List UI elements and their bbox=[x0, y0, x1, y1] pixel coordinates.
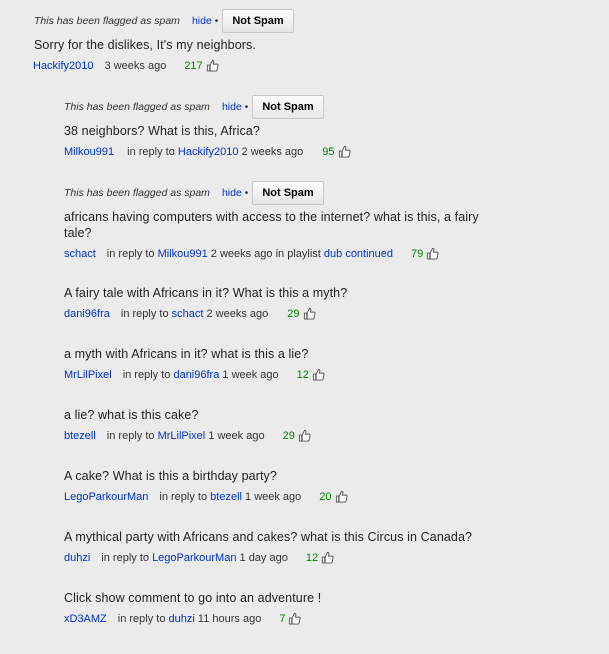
thumbs-up-icon[interactable] bbox=[288, 612, 301, 625]
comment-meta: dani96fra in reply to schact 2 weeks ago… bbox=[64, 307, 584, 320]
comment-author[interactable]: duhzi bbox=[64, 552, 90, 564]
playlist-link[interactable]: dub continued bbox=[324, 248, 393, 260]
thumbs-up-icon[interactable] bbox=[312, 368, 325, 381]
reply-label: in reply to bbox=[122, 368, 171, 381]
comment-score: 29 bbox=[282, 429, 295, 442]
thumbs-up-icon[interactable] bbox=[298, 429, 311, 442]
reply-label: in reply to bbox=[106, 247, 155, 260]
comment-meta: Milkou991 in reply to Hackify2010 2 week… bbox=[64, 145, 584, 158]
comment-score: 79 bbox=[411, 247, 424, 260]
comment-score: 7 bbox=[279, 612, 286, 625]
thumbs-up-icon[interactable] bbox=[426, 247, 439, 260]
spam-flag-text: This has been flagged as spam bbox=[64, 187, 210, 199]
not-spam-button[interactable]: Not Spam bbox=[252, 181, 324, 205]
thumbs-up-icon[interactable] bbox=[206, 59, 219, 72]
spam-flag-row: This has been flagged as spam hide • Not… bbox=[64, 95, 584, 119]
comment-author[interactable]: btezell bbox=[64, 430, 96, 442]
spam-flag-text: This has been flagged as spam bbox=[64, 101, 210, 113]
comment-text: Sorry for the dislikes, It's my neighbor… bbox=[34, 38, 256, 52]
hide-link[interactable]: hide bbox=[222, 101, 242, 113]
reply-to-user-link[interactable]: duhzi bbox=[169, 613, 195, 625]
comment-meta: btezell in reply to MrLilPixel 1 week ag… bbox=[64, 429, 584, 442]
comment: a myth with Africans in it? what is this… bbox=[64, 342, 584, 381]
spam-flag-row: This has been flagged as spam hide • Not… bbox=[34, 9, 554, 33]
reply-to-user-link[interactable]: Hackify2010 bbox=[178, 146, 239, 158]
separator-dot: • bbox=[244, 187, 249, 199]
hide-link[interactable]: hide bbox=[192, 15, 212, 27]
comment-author[interactable]: Milkou991 bbox=[64, 146, 114, 158]
comment-score: 217 bbox=[184, 59, 203, 72]
comment-time: 3 weeks ago bbox=[104, 59, 167, 72]
comment-time: 1 week ago bbox=[245, 490, 302, 503]
comment-text: a myth with Africans in it? what is this… bbox=[64, 347, 309, 361]
comment-score: 29 bbox=[287, 307, 300, 320]
playlist-label: in playlist bbox=[275, 247, 321, 260]
comment-author[interactable]: xD3AMZ bbox=[64, 613, 107, 625]
comment-time: 1 week ago bbox=[208, 429, 265, 442]
reply-to-user-link[interactable]: Milkou991 bbox=[158, 248, 208, 260]
thumbs-up-icon[interactable] bbox=[338, 145, 351, 158]
comment-author[interactable]: LegoParkourMan bbox=[64, 491, 148, 503]
comment: Click show comment to go into an adventu… bbox=[64, 586, 584, 625]
comment-text: A mythical party with Africans and cakes… bbox=[64, 530, 473, 544]
reply-label: in reply to bbox=[106, 429, 155, 442]
comment: A cake? What is this a birthday party? L… bbox=[64, 464, 584, 503]
comment: This has been flagged as spam hide • Not… bbox=[64, 95, 584, 158]
comment-meta: xD3AMZ in reply to duhzi 11 hours ago 7 bbox=[64, 612, 584, 625]
comment-author[interactable]: MrLilPixel bbox=[64, 369, 112, 381]
comment-meta: LegoParkourMan in reply to btezell 1 wee… bbox=[64, 490, 584, 503]
reply-label: in reply to bbox=[159, 490, 208, 503]
reply-label: in reply to bbox=[127, 145, 175, 158]
thumbs-up-icon[interactable] bbox=[303, 307, 316, 320]
not-spam-button[interactable]: Not Spam bbox=[252, 95, 324, 119]
comment-author[interactable]: Hackify2010 bbox=[33, 60, 94, 72]
reply-to-user-link[interactable]: dani96fra bbox=[173, 369, 219, 381]
comment-author[interactable]: schact bbox=[64, 248, 96, 260]
reply-label: in reply to bbox=[120, 307, 169, 320]
comment-text: africans having computers with access to… bbox=[64, 210, 479, 240]
comment-score: 12 bbox=[305, 551, 319, 564]
comment-time: 1 week ago bbox=[222, 368, 279, 381]
reply-to-user-link[interactable]: schact bbox=[172, 308, 204, 320]
comment-meta: duhzi in reply to LegoParkourMan 1 day a… bbox=[64, 551, 584, 564]
comment-score: 12 bbox=[296, 368, 309, 381]
comment: A mythical party with Africans and cakes… bbox=[64, 525, 584, 564]
separator-dot: • bbox=[214, 15, 219, 27]
comment-meta: MrLilPixel in reply to dani96fra 1 week … bbox=[64, 368, 584, 381]
spam-flag-text: This has been flagged as spam bbox=[34, 15, 180, 27]
comment: This has been flagged as spam hide • Not… bbox=[33, 9, 554, 72]
reply-label: in reply to bbox=[117, 612, 166, 625]
comment-text: Click show comment to go into an adventu… bbox=[64, 591, 322, 605]
comment-score: 95 bbox=[322, 145, 335, 158]
reply-to-user-link[interactable]: LegoParkourMan bbox=[152, 552, 236, 564]
comment-time: 2 weeks ago bbox=[210, 247, 273, 260]
thumbs-up-icon[interactable] bbox=[335, 490, 348, 503]
reply-to-user-link[interactable]: btezell bbox=[210, 491, 242, 503]
comment-score: 20 bbox=[319, 490, 332, 503]
comment-meta: Hackify2010 3 weeks ago 217 bbox=[33, 59, 554, 72]
spam-flag-row: This has been flagged as spam hide • Not… bbox=[64, 181, 504, 205]
hide-link[interactable]: hide bbox=[222, 187, 242, 199]
comment-time: 11 hours ago bbox=[197, 612, 262, 625]
comment-text: A fairy tale with Africans in it? What i… bbox=[64, 286, 348, 300]
separator-dot: • bbox=[244, 101, 249, 113]
comment-text: a lie? what is this cake? bbox=[64, 408, 199, 422]
comment-text: A cake? What is this a birthday party? bbox=[64, 469, 277, 483]
comment-time: 2 weeks ago bbox=[206, 307, 269, 320]
comment-time: 1 day ago bbox=[239, 551, 288, 564]
comment-text: 38 neighbors? What is this, Africa? bbox=[64, 124, 260, 138]
comment-time: 2 weeks ago bbox=[241, 145, 304, 158]
comment-meta: schact in reply to Milkou991 2 weeks ago… bbox=[64, 247, 504, 260]
thumbs-up-icon[interactable] bbox=[321, 551, 334, 564]
comment: This has been flagged as spam hide • Not… bbox=[64, 181, 504, 260]
reply-to-user-link[interactable]: MrLilPixel bbox=[158, 430, 206, 442]
reply-label: in reply to bbox=[101, 551, 149, 564]
comment: A fairy tale with Africans in it? What i… bbox=[64, 281, 584, 320]
comment-author[interactable]: dani96fra bbox=[64, 308, 110, 320]
comment: a lie? what is this cake? btezell in rep… bbox=[64, 403, 584, 442]
not-spam-button[interactable]: Not Spam bbox=[222, 9, 294, 33]
